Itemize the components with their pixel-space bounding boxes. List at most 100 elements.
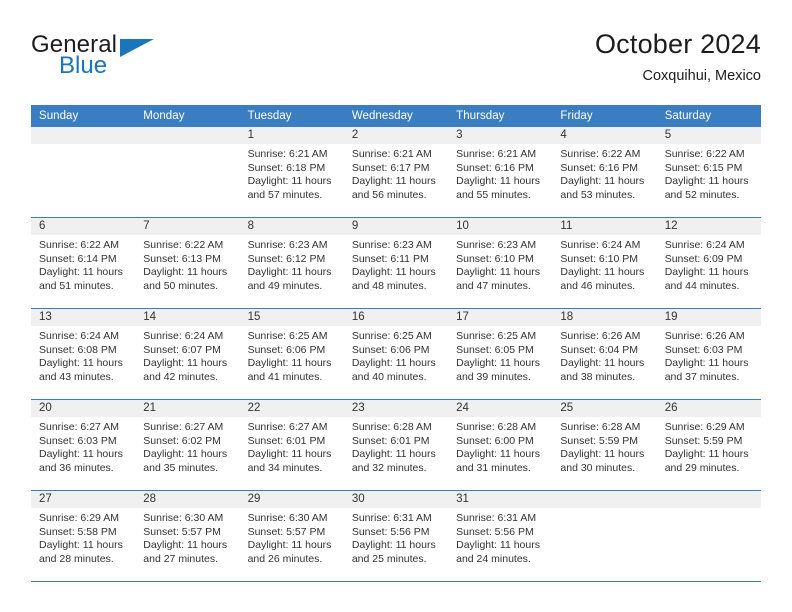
calendar-week-row: 6 Sunrise: 6:22 AM Sunset: 6:14 PM Daylig… <box>31 218 761 309</box>
day-sun-info: Sunrise: 6:27 AM Sunset: 6:03 PM Dayligh… <box>39 421 123 474</box>
calendar-day-cell-empty <box>552 491 657 582</box>
page-header: General Blue October 2024 Coxquihui, Mex… <box>31 28 761 94</box>
day-number: 29 <box>239 491 344 508</box>
day-cell-content: 4 Sunrise: 6:22 AM Sunset: 6:16 PM Daylig… <box>552 127 657 217</box>
day-sun-info: Sunrise: 6:30 AM Sunset: 5:57 PM Dayligh… <box>143 512 228 565</box>
day-sun-info: Sunrise: 6:24 AM Sunset: 6:08 PM Dayligh… <box>39 330 123 383</box>
day-sun-info: Sunrise: 6:31 AM Sunset: 5:56 PM Dayligh… <box>456 512 540 565</box>
day-number: 6 <box>31 218 136 235</box>
day-cell-content: 11 Sunrise: 6:24 AM Sunset: 6:10 PM Dayli… <box>552 218 657 308</box>
day-number: 31 <box>448 491 553 508</box>
day-sun-info: Sunrise: 6:30 AM Sunset: 5:57 PM Dayligh… <box>247 512 332 565</box>
day-sun-info: Sunrise: 6:28 AM Sunset: 6:00 PM Dayligh… <box>456 421 540 474</box>
calendar-day-cell[interactable]: 15 Sunrise: 6:25 AM Sunset: 6:06 PM Dayli… <box>239 309 344 400</box>
calendar-day-cell[interactable]: 25 Sunrise: 6:28 AM Sunset: 5:59 PM Dayli… <box>552 400 657 491</box>
calendar-table: Sunday Monday Tuesday Wednesday Thursday… <box>31 105 761 582</box>
day-sun-info <box>657 508 761 512</box>
calendar-day-cell[interactable]: 21 Sunrise: 6:27 AM Sunset: 6:02 PM Dayli… <box>135 400 240 491</box>
calendar-day-cell[interactable]: 16 Sunrise: 6:25 AM Sunset: 6:06 PM Dayli… <box>343 309 449 400</box>
calendar-day-cell[interactable]: 19 Sunrise: 6:26 AM Sunset: 6:03 PM Dayli… <box>656 309 761 400</box>
day-number: 9 <box>343 218 449 235</box>
day-sun-info: Sunrise: 6:26 AM Sunset: 6:03 PM Dayligh… <box>664 330 749 383</box>
day-cell-content: 22 Sunrise: 6:27 AM Sunset: 6:01 PM Dayli… <box>239 400 344 490</box>
day-number: 10 <box>448 218 553 235</box>
calendar-day-cell[interactable]: 31 Sunrise: 6:31 AM Sunset: 5:56 PM Dayli… <box>448 491 553 582</box>
day-number: 21 <box>135 400 240 417</box>
day-cell-content <box>135 127 240 217</box>
day-number: 23 <box>343 400 449 417</box>
weekday-header-monday: Monday <box>135 105 240 127</box>
calendar-day-cell[interactable]: 12 Sunrise: 6:24 AM Sunset: 6:09 PM Dayli… <box>656 218 761 309</box>
calendar-day-cell[interactable]: 4 Sunrise: 6:22 AM Sunset: 6:16 PM Daylig… <box>552 127 657 218</box>
logo-triangle-icon <box>120 39 154 57</box>
day-cell-content: 2 Sunrise: 6:21 AM Sunset: 6:17 PM Daylig… <box>343 127 449 217</box>
day-sun-info: Sunrise: 6:23 AM Sunset: 6:11 PM Dayligh… <box>351 239 436 292</box>
day-cell-content: 28 Sunrise: 6:30 AM Sunset: 5:57 PM Dayli… <box>135 491 240 581</box>
weekday-header-tuesday: Tuesday <box>239 105 344 127</box>
day-sun-info: Sunrise: 6:24 AM Sunset: 6:07 PM Dayligh… <box>143 330 228 383</box>
calendar-day-cell[interactable]: 18 Sunrise: 6:26 AM Sunset: 6:04 PM Dayli… <box>552 309 657 400</box>
calendar-day-cell[interactable]: 11 Sunrise: 6:24 AM Sunset: 6:10 PM Dayli… <box>552 218 657 309</box>
day-cell-content: 17 Sunrise: 6:25 AM Sunset: 6:05 PM Dayli… <box>448 309 553 399</box>
day-cell-content: 5 Sunrise: 6:22 AM Sunset: 6:15 PM Daylig… <box>656 127 761 217</box>
calendar-day-cell[interactable]: 23 Sunrise: 6:28 AM Sunset: 6:01 PM Dayli… <box>343 400 449 491</box>
day-cell-content: 24 Sunrise: 6:28 AM Sunset: 6:00 PM Dayli… <box>448 400 553 490</box>
day-number: 26 <box>656 400 761 417</box>
calendar-day-cell[interactable]: 20 Sunrise: 6:27 AM Sunset: 6:03 PM Dayli… <box>31 400 136 491</box>
day-cell-content: 8 Sunrise: 6:23 AM Sunset: 6:12 PM Daylig… <box>239 218 344 308</box>
day-number: 22 <box>239 400 344 417</box>
day-number: 20 <box>31 400 136 417</box>
day-cell-content: 20 Sunrise: 6:27 AM Sunset: 6:03 PM Dayli… <box>31 400 136 490</box>
calendar-day-cell[interactable]: 17 Sunrise: 6:25 AM Sunset: 6:05 PM Dayli… <box>448 309 553 400</box>
general-blue-logo[interactable]: General Blue <box>31 32 221 88</box>
page-title: October 2024 <box>594 29 761 59</box>
day-number: 13 <box>31 309 136 326</box>
calendar-day-cell[interactable]: 1 Sunrise: 6:21 AM Sunset: 6:18 PM Daylig… <box>239 127 344 218</box>
day-cell-content: 6 Sunrise: 6:22 AM Sunset: 6:14 PM Daylig… <box>31 218 136 308</box>
day-cell-content: 18 Sunrise: 6:26 AM Sunset: 6:04 PM Dayli… <box>552 309 657 399</box>
calendar-day-cell[interactable]: 6 Sunrise: 6:22 AM Sunset: 6:14 PM Daylig… <box>31 218 136 309</box>
day-sun-info: Sunrise: 6:26 AM Sunset: 6:04 PM Dayligh… <box>560 330 645 383</box>
calendar-day-cell[interactable]: 2 Sunrise: 6:21 AM Sunset: 6:17 PM Daylig… <box>343 127 449 218</box>
calendar-header-row: Sunday Monday Tuesday Wednesday Thursday… <box>31 105 761 127</box>
logo-text-blue: Blue <box>59 52 108 79</box>
day-sun-info: Sunrise: 6:28 AM Sunset: 5:59 PM Dayligh… <box>560 421 645 474</box>
day-number: 15 <box>239 309 344 326</box>
calendar-day-cell[interactable]: 28 Sunrise: 6:30 AM Sunset: 5:57 PM Dayli… <box>135 491 240 582</box>
day-number: 1 <box>239 127 344 144</box>
calendar-day-cell[interactable]: 5 Sunrise: 6:22 AM Sunset: 6:15 PM Daylig… <box>656 127 761 218</box>
day-sun-info: Sunrise: 6:25 AM Sunset: 6:06 PM Dayligh… <box>247 330 332 383</box>
day-cell-content <box>31 127 136 217</box>
calendar-day-cell[interactable]: 7 Sunrise: 6:22 AM Sunset: 6:13 PM Daylig… <box>135 218 240 309</box>
day-cell-content: 21 Sunrise: 6:27 AM Sunset: 6:02 PM Dayli… <box>135 400 240 490</box>
calendar-day-cell[interactable]: 26 Sunrise: 6:29 AM Sunset: 5:59 PM Dayli… <box>656 400 761 491</box>
day-cell-content: 14 Sunrise: 6:24 AM Sunset: 6:07 PM Dayli… <box>135 309 240 399</box>
calendar-day-cell[interactable]: 10 Sunrise: 6:23 AM Sunset: 6:10 PM Dayli… <box>448 218 553 309</box>
day-sun-info: Sunrise: 6:29 AM Sunset: 5:58 PM Dayligh… <box>39 512 123 565</box>
weekday-header-friday: Friday <box>552 105 657 127</box>
calendar-day-cell[interactable]: 8 Sunrise: 6:23 AM Sunset: 6:12 PM Daylig… <box>239 218 344 309</box>
calendar-day-cell[interactable]: 29 Sunrise: 6:30 AM Sunset: 5:57 PM Dayli… <box>239 491 344 582</box>
calendar-day-cell[interactable]: 3 Sunrise: 6:21 AM Sunset: 6:16 PM Daylig… <box>448 127 553 218</box>
calendar-day-cell[interactable]: 30 Sunrise: 6:31 AM Sunset: 5:56 PM Dayli… <box>343 491 449 582</box>
day-sun-info: Sunrise: 6:23 AM Sunset: 6:12 PM Dayligh… <box>247 239 332 292</box>
day-number: 30 <box>343 491 449 508</box>
calendar-day-cell[interactable]: 27 Sunrise: 6:29 AM Sunset: 5:58 PM Dayli… <box>31 491 136 582</box>
day-sun-info: Sunrise: 6:22 AM Sunset: 6:15 PM Dayligh… <box>664 148 749 201</box>
day-sun-info: Sunrise: 6:27 AM Sunset: 6:01 PM Dayligh… <box>247 421 332 474</box>
calendar-day-cell[interactable]: 9 Sunrise: 6:23 AM Sunset: 6:11 PM Daylig… <box>343 218 449 309</box>
day-sun-info: Sunrise: 6:25 AM Sunset: 6:06 PM Dayligh… <box>351 330 436 383</box>
day-number: 11 <box>552 218 657 235</box>
calendar-body: 1 Sunrise: 6:21 AM Sunset: 6:18 PM Daylig… <box>31 127 761 582</box>
day-cell-content: 9 Sunrise: 6:23 AM Sunset: 6:11 PM Daylig… <box>343 218 449 308</box>
calendar-day-cell[interactable]: 14 Sunrise: 6:24 AM Sunset: 6:07 PM Dayli… <box>135 309 240 400</box>
calendar-day-cell[interactable]: 24 Sunrise: 6:28 AM Sunset: 6:00 PM Dayli… <box>448 400 553 491</box>
day-cell-content: 10 Sunrise: 6:23 AM Sunset: 6:10 PM Dayli… <box>448 218 553 308</box>
calendar-day-cell[interactable]: 13 Sunrise: 6:24 AM Sunset: 6:08 PM Dayli… <box>31 309 136 400</box>
day-cell-content <box>552 491 657 581</box>
day-cell-content: 26 Sunrise: 6:29 AM Sunset: 5:59 PM Dayli… <box>656 400 761 490</box>
day-cell-content: 31 Sunrise: 6:31 AM Sunset: 5:56 PM Dayli… <box>448 491 553 581</box>
title-block: October 2024 Coxquihui, Mexico <box>595 28 761 86</box>
day-cell-content: 13 Sunrise: 6:24 AM Sunset: 6:08 PM Dayli… <box>31 309 136 399</box>
calendar-day-cell[interactable]: 22 Sunrise: 6:27 AM Sunset: 6:01 PM Dayli… <box>239 400 344 491</box>
